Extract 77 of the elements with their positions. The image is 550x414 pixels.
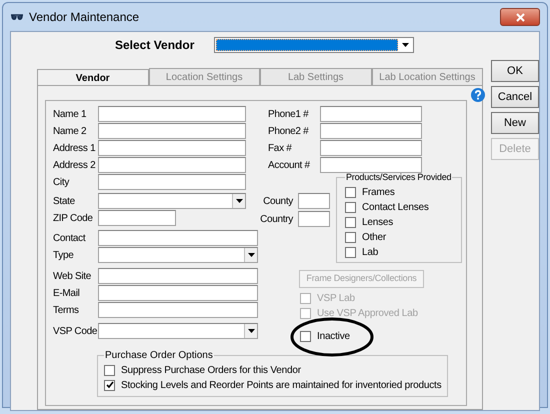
dropdown-arrow-icon xyxy=(236,199,242,203)
dropdown-arrow-icon xyxy=(248,253,254,257)
checkbox-label: Other xyxy=(362,230,386,244)
field-label: Name 2 xyxy=(53,124,88,138)
field-label: Name 1 xyxy=(53,108,88,122)
checkbox[interactable] xyxy=(345,216,356,228)
checkbox-label: Inactive xyxy=(317,330,350,344)
checkbox-label: Use VSP Approved Lab xyxy=(317,306,418,320)
close-icon xyxy=(516,12,524,22)
checkbox[interactable] xyxy=(300,330,311,342)
dialog-button[interactable]: OK xyxy=(491,60,539,82)
field-label: State xyxy=(53,194,76,208)
close-button[interactable] xyxy=(500,8,540,26)
tab[interactable]: Vendor xyxy=(37,69,148,86)
checkbox[interactable] xyxy=(104,380,115,390)
help-icon xyxy=(471,88,485,102)
input-field[interactable] xyxy=(320,123,422,139)
field-label: Type xyxy=(53,248,74,262)
field-label: City xyxy=(53,176,70,190)
checkbox-label: Stocking Levels and Reorder Points are maintained for inventoried products xyxy=(121,378,442,392)
input-field[interactable] xyxy=(98,174,246,190)
checkbox-label: Frames xyxy=(362,186,395,200)
checkbox[interactable] xyxy=(345,232,356,242)
checkmark-icon xyxy=(106,381,114,389)
input-field[interactable] xyxy=(98,302,258,318)
vendor-dropdown[interactable] xyxy=(214,37,414,53)
checkbox-label: Lab xyxy=(362,246,378,260)
checkbox[interactable] xyxy=(345,202,356,212)
field-label: Phone1 # xyxy=(268,108,310,122)
checkbox-label: Lenses xyxy=(362,216,394,230)
input-field[interactable] xyxy=(98,106,246,122)
dropdown-arrow-icon xyxy=(402,43,409,47)
field-label: Fax # xyxy=(268,142,293,156)
field-label: Country xyxy=(260,212,293,226)
tab[interactable]: Lab Location Settings xyxy=(372,68,483,85)
input-field[interactable] xyxy=(98,285,258,301)
input-field[interactable] xyxy=(320,106,422,122)
checkbox-label: Contact Lenses xyxy=(362,200,429,214)
dropdown-field[interactable] xyxy=(98,323,258,339)
dialog-button[interactable]: Cancel xyxy=(491,86,539,108)
input-field[interactable] xyxy=(320,157,422,173)
tab[interactable]: Lab Settings xyxy=(260,68,372,85)
input-field[interactable] xyxy=(98,157,246,173)
dialog-button[interactable]: New xyxy=(491,112,539,134)
checkbox-label: VSP Lab xyxy=(317,292,355,306)
glasses-icon xyxy=(10,13,24,21)
field-label: Web Site xyxy=(53,270,92,284)
field-label: Account # xyxy=(268,158,311,172)
group-title: Products/Services Provided xyxy=(345,171,452,184)
field-label: Terms xyxy=(53,304,80,318)
select-vendor-label: Select Vendor xyxy=(115,37,194,54)
tab[interactable]: Location Settings xyxy=(148,68,260,85)
input-field[interactable] xyxy=(98,123,246,139)
field-label: Address 2 xyxy=(53,158,96,172)
group-title: Purchase Order Options xyxy=(104,348,214,362)
input-field[interactable] xyxy=(98,230,258,246)
input-field[interactable] xyxy=(98,268,258,284)
field-label: VSP Code xyxy=(53,324,98,338)
checkbox-label: Suppress Purchase Orders for this Vendor xyxy=(121,364,301,378)
checkbox[interactable] xyxy=(104,364,115,376)
field-label: Phone2 # xyxy=(268,124,310,138)
window-title: Vendor Maintenance xyxy=(29,9,140,26)
input-field[interactable] xyxy=(298,193,330,209)
dropdown-arrow-icon xyxy=(248,329,254,333)
field-label: E-Mail xyxy=(53,286,81,300)
field-label: Contact xyxy=(53,232,87,246)
dropdown-field[interactable] xyxy=(98,193,246,209)
checkbox[interactable] xyxy=(345,246,356,258)
input-field[interactable] xyxy=(320,140,422,156)
field-label: Address 1 xyxy=(53,142,96,156)
input-field[interactable] xyxy=(98,210,176,226)
input-field[interactable] xyxy=(98,140,246,156)
dropdown-field[interactable] xyxy=(98,247,258,263)
field-label: ZIP Code xyxy=(53,212,94,226)
input-field[interactable] xyxy=(298,211,330,227)
checkbox[interactable] xyxy=(345,186,356,198)
field-label: County xyxy=(263,194,293,208)
